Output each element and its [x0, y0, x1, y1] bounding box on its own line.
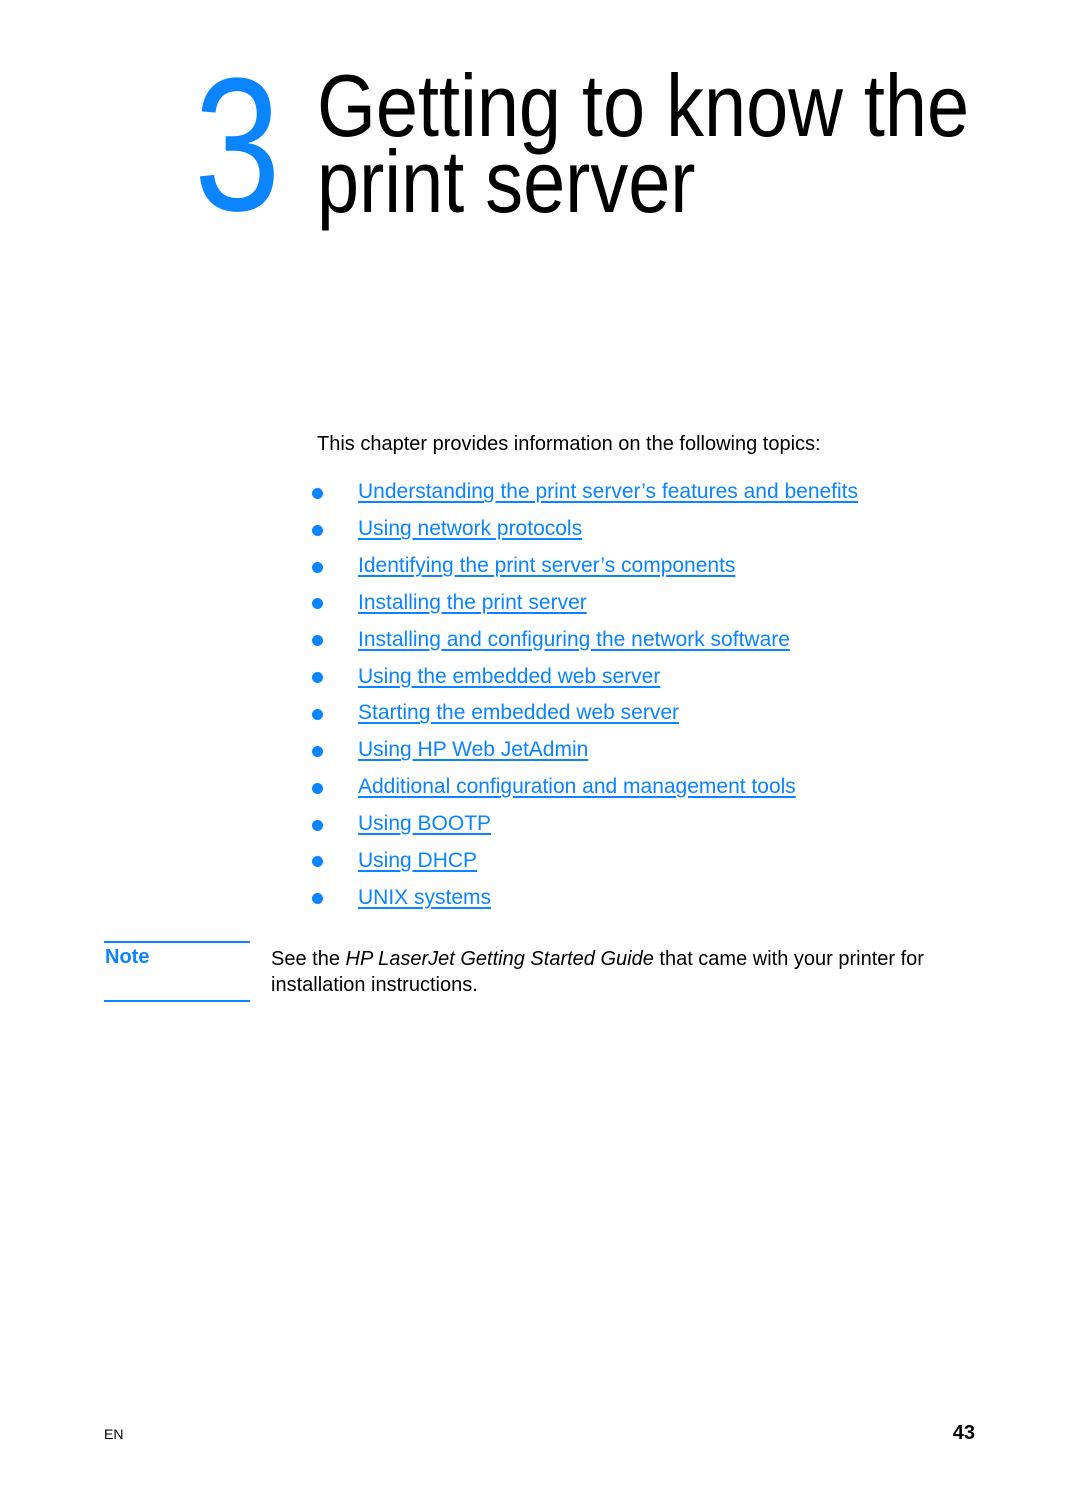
topic-item: Using DHCP	[312, 842, 858, 879]
bullet-icon	[312, 856, 323, 868]
bullet-icon	[312, 819, 323, 831]
chapter-title-line-2: print server	[317, 132, 696, 231]
note-rule-top	[104, 941, 250, 943]
topic-link[interactable]: Using DHCP	[358, 849, 477, 873]
chapter-number: 3	[194, 39, 281, 251]
bullet-icon	[312, 893, 323, 905]
topic-item: Installing the print server	[312, 585, 858, 622]
intro-text: This chapter provides information on the…	[317, 433, 821, 455]
bullet-icon	[312, 635, 323, 647]
topic-link[interactable]: UNIX systems	[358, 886, 491, 910]
topic-item: UNIX systems	[312, 879, 858, 916]
footer-language: EN	[104, 1426, 124, 1442]
bullet-icon	[312, 782, 323, 794]
topic-item: Understanding the print server’s feature…	[312, 474, 858, 511]
note-rule-bottom	[104, 1000, 250, 1002]
topic-item: Installing and configuring the network s…	[312, 621, 858, 658]
chapter-title: Getting to know the print server	[317, 62, 969, 231]
topic-item: Identifying the print server’s component…	[312, 548, 858, 585]
topic-item: Additional configuration and management …	[312, 769, 858, 806]
topic-item: Using BOOTP	[312, 806, 858, 843]
bullet-icon	[312, 561, 323, 573]
note-text: See the HP LaserJet Getting Started Guid…	[271, 946, 991, 998]
bullet-icon	[312, 708, 323, 720]
topic-item: Using network protocols	[312, 511, 858, 548]
topic-link[interactable]: Understanding the print server’s feature…	[358, 480, 858, 504]
bullet-icon	[312, 672, 323, 684]
bullet-icon	[312, 745, 323, 757]
topics-list: Understanding the print server’s feature…	[312, 474, 858, 916]
bullet-icon	[312, 598, 323, 610]
note-label: Note	[105, 946, 150, 968]
bullet-icon	[312, 487, 323, 499]
topic-link[interactable]: Using the embedded web server	[358, 665, 660, 689]
topic-item: Using the embedded web server	[312, 658, 858, 695]
topic-link[interactable]: Using HP Web JetAdmin	[358, 738, 588, 762]
topic-item: Starting the embedded web server	[312, 695, 858, 732]
page-number: 43	[952, 1422, 975, 1444]
topic-link[interactable]: Additional configuration and management …	[358, 775, 796, 799]
note-text-before: See the	[271, 948, 346, 970]
topic-link[interactable]: Identifying the print server’s component…	[358, 554, 735, 578]
note-guide-title: HP LaserJet Getting Started Guide	[345, 948, 654, 970]
topic-link[interactable]: Installing the print server	[358, 591, 587, 615]
topic-link[interactable]: Using network protocols	[358, 517, 582, 541]
topic-link[interactable]: Installing and configuring the network s…	[358, 628, 790, 652]
bullet-icon	[312, 524, 323, 536]
topic-link[interactable]: Starting the embedded web server	[358, 701, 679, 725]
topic-item: Using HP Web JetAdmin	[312, 732, 858, 769]
topic-link[interactable]: Using BOOTP	[358, 812, 491, 836]
